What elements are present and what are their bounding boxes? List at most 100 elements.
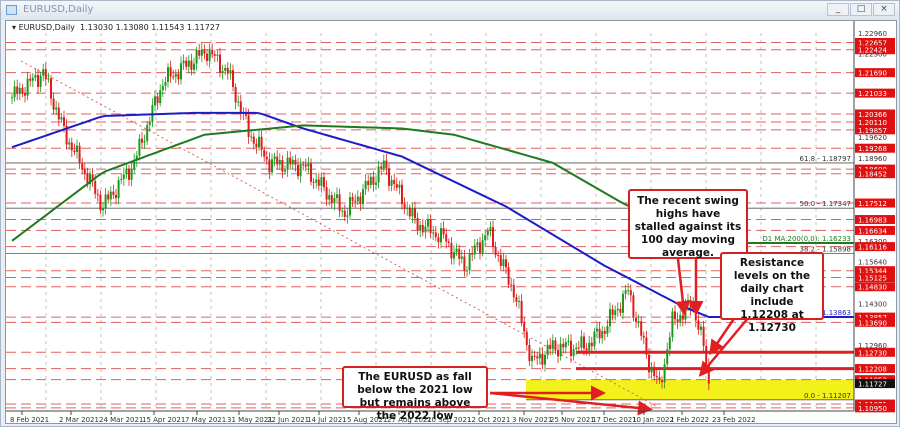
candle-body [159,90,162,104]
chart-window: EURUSD,Daily _ □ × 61.8 - 1.18797 50.0 - … [0,0,900,427]
maximize-button[interactable]: □ [850,3,872,16]
candle-body [588,342,591,351]
candle-body [310,163,312,182]
candle-body [689,299,692,310]
time-tick-label: 7 May 2021 [185,416,226,424]
candle-body [195,50,198,64]
candle-body [666,349,669,365]
candle-body [343,210,346,217]
candle-body [172,76,175,78]
candle-body [650,366,653,373]
time-tick-label: 25 Nov 2021 [550,416,595,424]
candle-body [580,336,583,348]
minimize-button[interactable]: _ [827,3,849,16]
candle-body [541,353,544,365]
candle-body [237,101,240,103]
candle-body [447,241,450,244]
candle-body [57,107,60,120]
candle-body [398,184,401,188]
time-tick-label: 24 Mar 2021 [99,416,143,424]
candle-body [258,136,260,148]
candle-body [211,50,214,55]
candle-body [229,70,232,74]
candle-body [572,349,575,356]
candle-body [388,168,390,186]
candle-body [549,344,552,349]
candle-body [502,259,505,266]
fib-label: 0.0 - 1.11207 [804,392,851,400]
candle-body [99,194,102,211]
price-tick-label: 1.15640 [858,258,887,266]
candle-body [575,347,578,350]
candle-body [382,160,385,169]
time-tick-label: 8 Feb 2021 [10,416,49,424]
candle-body [47,78,50,80]
candle-body [463,256,466,271]
candle-body [63,117,65,126]
candle-body [81,163,84,170]
candle-body [271,159,273,173]
candle-body [29,78,32,81]
candle-body [26,78,29,96]
candle-body [603,331,606,334]
window-title: EURUSD,Daily [23,4,94,15]
level-label: 1.12730 [858,349,887,357]
candle-body [440,228,442,243]
candle-body [520,300,523,323]
candle-body [44,69,47,80]
fib-label: 61.8 - 1.18797 [799,155,851,163]
candle-body [122,174,125,180]
candle-body [645,337,648,355]
candle-body [265,156,268,160]
close-button[interactable]: × [873,3,895,16]
candle-body [312,181,315,183]
candle-body [273,156,276,160]
candle-body [585,348,588,351]
candle-body [601,331,604,339]
candle-body [445,234,448,242]
candle-body [213,54,216,56]
candle-body [408,207,411,217]
candle-body [102,208,104,211]
candle-body [593,331,596,347]
candle-body [349,197,351,216]
level-label: 1.10950 [858,405,887,413]
candle-body [458,248,461,259]
candle-body [250,136,253,138]
time-tick-label: 23 Feb 2022 [712,416,756,424]
price-chart[interactable]: 61.8 - 1.18797 50.0 - 1.17347 38.2 - 1.158… [5,20,897,424]
candle-body [507,267,510,285]
candle-body [70,142,73,151]
candle-body [609,309,611,326]
candle-body [372,176,375,185]
candle-body [632,295,635,318]
candle-body [525,331,528,345]
candle-body [281,160,284,172]
candle-body [559,343,562,357]
candle-body [437,237,440,243]
candle-body [390,179,393,186]
time-tick-label: 2 Mar 2021 [59,416,99,424]
candle-body [512,284,515,298]
level-label: 1.15125 [858,275,887,283]
ma200-label: D1 MA:200(0,0): 1.16233 [762,235,851,243]
candle-body [289,157,292,165]
candle-body [424,226,427,233]
candle-body [216,54,219,56]
candle-body [611,309,614,316]
candle-body [635,317,637,322]
candle-body [174,73,177,77]
candle-body [203,49,206,54]
candle-body [21,87,24,94]
candle-body [544,355,546,365]
candle-body [406,207,409,209]
candle-body [55,107,58,110]
level-label: 1.14830 [858,284,887,292]
candle-body [263,149,266,157]
chart-canvas: 61.8 - 1.1879750.0 - 1.1734738.2 - 1.158… [6,21,895,424]
price-tick-label: 1.19620 [858,134,887,142]
candle-body [96,193,99,195]
candle-body [247,115,250,137]
chart-header: ▾ EURUSD,Daily 1.13030 1.13080 1.11543 1… [12,23,220,32]
candle-body [369,176,372,186]
